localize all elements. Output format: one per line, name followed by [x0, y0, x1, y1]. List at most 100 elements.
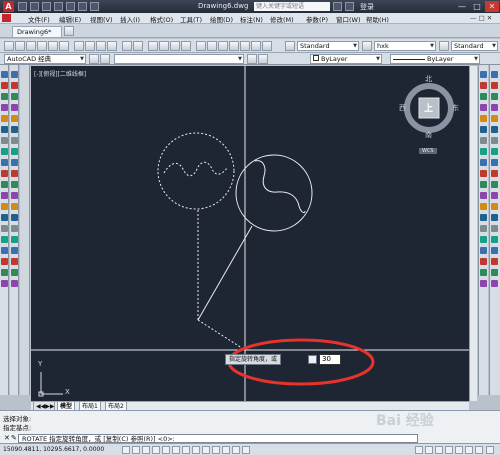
redo-icon[interactable] — [133, 41, 143, 51]
publish-icon[interactable] — [59, 41, 69, 51]
gradient-icon[interactable] — [1, 236, 8, 243]
region-icon[interactable] — [1, 247, 8, 254]
menu-tools[interactable]: 工具(T) — [180, 14, 202, 24]
tool-palettes-icon[interactable] — [218, 41, 228, 51]
blend-curves-icon[interactable] — [11, 247, 18, 254]
construction-line-icon[interactable] — [1, 82, 8, 89]
quick-view-layouts-icon[interactable] — [425, 446, 433, 454]
plot-icon[interactable] — [37, 41, 47, 51]
cut-icon[interactable] — [74, 41, 84, 51]
make-current-layer-icon[interactable] — [247, 54, 257, 64]
workspace-switch-icon[interactable] — [445, 446, 453, 454]
application-menu-button[interactable]: A — [3, 1, 14, 12]
menu-file[interactable]: 文件(F) — [28, 14, 50, 24]
dyn-icon[interactable] — [202, 446, 210, 454]
menu-modify[interactable]: 修改(M) — [270, 14, 294, 24]
layer-previous-icon[interactable] — [258, 54, 268, 64]
dim-jogged-icon[interactable] — [480, 126, 487, 133]
search-input[interactable]: 键入关键字或短语 — [254, 2, 330, 11]
command-customize-icon[interactable]: ✎ — [11, 434, 17, 442]
dim-text-edit-icon[interactable] — [480, 269, 487, 276]
viewcube-top-label[interactable]: 上 — [424, 101, 433, 114]
menu-edit[interactable]: 编辑(E) — [59, 14, 81, 24]
osnap-icon[interactable] — [162, 446, 170, 454]
polygon-icon[interactable] — [1, 104, 8, 111]
dim-ordinate-icon[interactable] — [480, 104, 487, 111]
print-icon[interactable] — [66, 2, 75, 11]
spline-icon[interactable] — [1, 159, 8, 166]
3d-osnap-icon[interactable] — [172, 446, 180, 454]
menu-draw[interactable]: 绘图(D) — [210, 14, 233, 24]
isolate-objects-icon[interactable] — [475, 446, 483, 454]
copy-icon[interactable] — [11, 82, 18, 89]
ellipse-arc-icon[interactable] — [1, 181, 8, 188]
snap-icon[interactable] — [122, 446, 130, 454]
mtext-icon[interactable] — [1, 269, 8, 276]
zoom-extents-icon[interactable] — [491, 214, 498, 221]
transparency-icon[interactable] — [222, 446, 230, 454]
search-icon[interactable] — [333, 2, 342, 11]
lineweight-icon[interactable] — [212, 446, 220, 454]
view-front-icon[interactable] — [491, 181, 498, 188]
ortho-icon[interactable] — [142, 446, 150, 454]
viewcube-south[interactable]: 南 — [425, 130, 432, 140]
save-as-icon[interactable] — [54, 2, 63, 11]
open-icon[interactable] — [15, 41, 25, 51]
layer-off-icon[interactable] — [491, 71, 498, 78]
dimension-icon[interactable] — [11, 280, 18, 287]
ellipse-icon[interactable] — [1, 170, 8, 177]
inspection-icon[interactable] — [480, 236, 487, 243]
visual-styles-icon[interactable] — [491, 280, 498, 287]
menu-window[interactable]: 窗口(W) — [336, 14, 361, 24]
view-right-icon[interactable] — [491, 170, 498, 177]
selection-cycling-icon[interactable] — [242, 446, 250, 454]
orbit-icon[interactable] — [491, 203, 498, 210]
minimize-button[interactable]: — — [455, 1, 469, 12]
dim-radius-icon[interactable] — [480, 115, 487, 122]
view-back-icon[interactable] — [491, 192, 498, 199]
view-bottom-icon[interactable] — [491, 148, 498, 155]
dim-arc-icon[interactable] — [480, 93, 487, 100]
viewcube-east[interactable]: 东 — [452, 103, 459, 113]
table-icon[interactable] — [1, 258, 8, 265]
materials-icon[interactable] — [491, 258, 498, 265]
dynamic-input-options-icon[interactable] — [308, 355, 317, 364]
mirror-icon[interactable] — [11, 93, 18, 100]
fillet-icon[interactable] — [11, 236, 18, 243]
dim-update-icon[interactable] — [480, 280, 487, 287]
layer-isolate-icon[interactable] — [491, 82, 498, 89]
zoom-all-icon[interactable] — [491, 225, 498, 232]
jogged-linear-icon[interactable] — [480, 247, 487, 254]
break-at-point-icon[interactable] — [11, 192, 18, 199]
color-select[interactable]: ByLayer ▼ — [310, 54, 382, 64]
layer-walk-icon[interactable] — [491, 126, 498, 133]
sheet-set-icon[interactable] — [229, 41, 239, 51]
layer-properties-icon[interactable] — [100, 54, 110, 64]
line-icon[interactable] — [1, 71, 8, 78]
layer-lock-icon[interactable] — [491, 104, 498, 111]
help-icon[interactable] — [262, 41, 272, 51]
workspace-settings-icon[interactable] — [89, 54, 99, 64]
rectangle-icon[interactable] — [1, 115, 8, 122]
dim-style-select[interactable]: hxk ▼ — [374, 41, 436, 51]
layer-freeze-icon[interactable] — [491, 93, 498, 100]
view-top-icon[interactable] — [491, 137, 498, 144]
rotation-angle-input[interactable]: 30 — [319, 354, 341, 365]
menu-parametric[interactable]: 参数(P) — [306, 14, 328, 24]
preview-icon[interactable] — [48, 41, 58, 51]
properties-icon[interactable] — [196, 41, 206, 51]
new-icon[interactable] — [18, 2, 27, 11]
copy-icon[interactable] — [85, 41, 95, 51]
render-icon[interactable] — [491, 247, 498, 254]
linetype-select[interactable]: ByLayer ▼ — [390, 54, 480, 64]
calculator-icon[interactable] — [251, 41, 261, 51]
annotation-scale-icon[interactable] — [435, 446, 443, 454]
lights-icon[interactable] — [491, 269, 498, 276]
pan-icon[interactable] — [148, 41, 158, 51]
named-views-icon[interactable] — [491, 236, 498, 243]
tab-drawing6[interactable]: Drawing6* — [12, 26, 62, 37]
save-icon[interactable] — [42, 2, 51, 11]
array-icon[interactable] — [11, 115, 18, 122]
redo-icon[interactable] — [90, 2, 99, 11]
extend-icon[interactable] — [11, 181, 18, 188]
